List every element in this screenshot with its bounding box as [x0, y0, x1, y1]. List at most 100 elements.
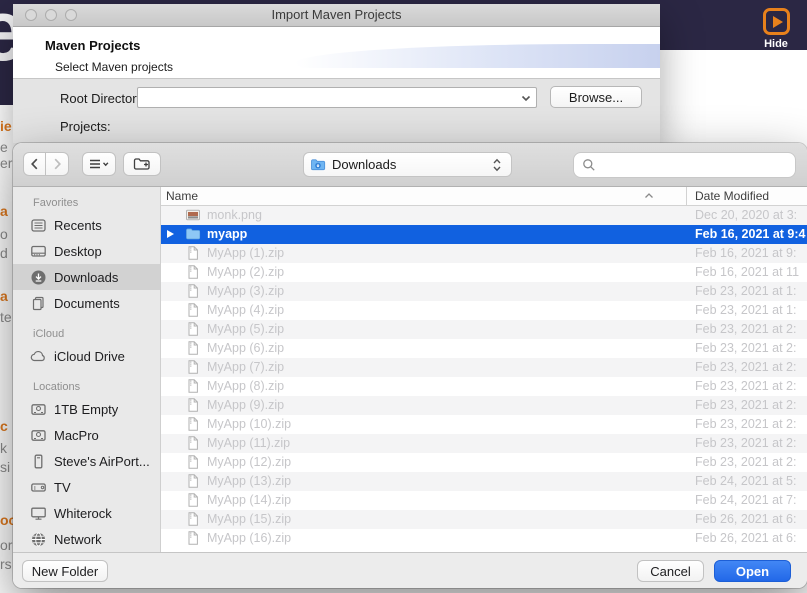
sidebar-item-downloads[interactable]: Downloads [13, 264, 160, 290]
browse-button[interactable]: Browse... [550, 86, 642, 108]
new-folder-toolbar-button[interactable] [123, 152, 161, 176]
zip-file-icon [185, 378, 201, 394]
file-row-myapp-15-zip[interactable]: MyApp (15).zipFeb 26, 2021 at 6: [161, 510, 807, 529]
sidebar-item-whiterock[interactable]: Whiterock [13, 500, 160, 526]
file-date-modified: Feb 23, 2021 at 2: [695, 398, 796, 412]
file-name: MyApp (16).zip [207, 531, 291, 545]
sidebar-item-icloud-drive[interactable]: iCloud Drive [13, 343, 160, 369]
root-directory-label: Root Directory: [60, 91, 147, 106]
downloads-icon [30, 269, 47, 286]
desktop-icon [30, 243, 47, 260]
sidebar: FavoritesRecentsDesktopDownloadsDocument… [13, 187, 161, 552]
file-date-modified: Dec 20, 2020 at 3: [695, 208, 797, 222]
cancel-button[interactable]: Cancel [637, 560, 704, 582]
wizard-heading: Maven Projects [45, 38, 140, 53]
zip-file-icon [185, 359, 201, 375]
zip-file-icon [185, 416, 201, 432]
file-row-myapp-6-zip[interactable]: MyApp (6).zipFeb 23, 2021 at 2: [161, 339, 807, 358]
root-directory-input[interactable] [138, 89, 518, 106]
background-text-fragment: e [0, 139, 8, 155]
sidebar-item-macpro[interactable]: MacPro [13, 422, 160, 448]
sidebar-item-network[interactable]: Network [13, 526, 160, 552]
sidebar-item-label: 1TB Empty [54, 402, 118, 417]
file-row-myapp-14-zip[interactable]: MyApp (14).zipFeb 24, 2021 at 7: [161, 491, 807, 510]
chevron-down-icon[interactable] [518, 90, 534, 106]
file-list: monk.pngDec 20, 2020 at 3:myappFeb 16, 2… [161, 206, 807, 548]
location-popup[interactable]: Downloads [303, 152, 512, 177]
sidebar-item-documents[interactable]: Documents [13, 290, 160, 316]
wizard-header: Maven Projects Select Maven projects [13, 27, 660, 79]
file-row-myapp-12-zip[interactable]: MyApp (12).zipFeb 23, 2021 at 2: [161, 453, 807, 472]
root-directory-combobox[interactable] [137, 87, 537, 108]
zip-file-icon [185, 245, 201, 261]
file-row-myapp-5-zip[interactable]: MyApp (5).zipFeb 23, 2021 at 2: [161, 320, 807, 339]
zip-file-icon [185, 397, 201, 413]
sidebar-item-desktop[interactable]: Desktop [13, 238, 160, 264]
file-name: MyApp (13).zip [207, 474, 291, 488]
sidebar-item-label: Downloads [54, 270, 118, 285]
file-date-modified: Feb 16, 2021 at 9: [695, 246, 796, 260]
background-text-fragment: k [0, 440, 7, 456]
file-date-modified: Feb 23, 2021 at 2: [695, 341, 796, 355]
file-name: MyApp (9).zip [207, 398, 284, 412]
close-window-button[interactable] [25, 9, 37, 21]
file-row-monk-png[interactable]: monk.pngDec 20, 2020 at 3: [161, 206, 807, 225]
file-row-myapp-1-zip[interactable]: MyApp (1).zipFeb 16, 2021 at 9: [161, 244, 807, 263]
file-row-myapp-4-zip[interactable]: MyApp (4).zipFeb 23, 2021 at 1: [161, 301, 807, 320]
list-header[interactable]: Name Date Modified [161, 187, 807, 206]
import-maven-projects-dialog: Import Maven Projects Maven Projects Sel… [13, 4, 660, 143]
file-row-myapp-13-zip[interactable]: MyApp (13).zip Feb 24, 2021 at 5: [161, 472, 807, 491]
file-row-myapp-3-zip[interactable]: MyApp (3).zipFeb 23, 2021 at 1: [161, 282, 807, 301]
file-row-myapp[interactable]: myappFeb 16, 2021 at 9:4 [161, 225, 807, 244]
column-header-name[interactable]: Name [166, 189, 198, 203]
file-date-modified: Feb 24, 2021 at 7: [695, 493, 796, 507]
file-name: MyApp (8).zip [207, 379, 284, 393]
column-divider [686, 187, 687, 206]
open-button[interactable]: Open [714, 560, 791, 582]
wizard-banner-graphic [295, 44, 660, 68]
file-date-modified: Feb 24, 2021 at 5: [695, 474, 796, 488]
sidebar-item-tv[interactable]: TV [13, 474, 160, 500]
file-row-myapp-8-zip[interactable]: MyApp (8).zipFeb 23, 2021 at 2: [161, 377, 807, 396]
file-row-myapp-7-zip[interactable]: MyApp (7).zipFeb 23, 2021 at 2: [161, 358, 807, 377]
documents-icon [30, 295, 47, 312]
zoom-window-button[interactable] [65, 9, 77, 21]
file-name: MyApp (10).zip [207, 417, 291, 431]
file-row-myapp-10-zip[interactable]: MyApp (10).zipFeb 23, 2021 at 2: [161, 415, 807, 434]
file-name: myapp [207, 227, 247, 241]
view-mode-button[interactable] [82, 152, 116, 176]
hide-label: Hide [754, 38, 798, 50]
disclosure-triangle-icon[interactable] [167, 230, 174, 238]
folder-file-icon [185, 226, 201, 242]
new-folder-button[interactable]: New Folder [22, 560, 108, 582]
zip-file-icon [185, 530, 201, 546]
file-date-modified: Feb 23, 2021 at 1: [695, 303, 796, 317]
dialog-titlebar[interactable]: Import Maven Projects [13, 4, 660, 27]
sheet-toolbar: Downloads [13, 143, 807, 187]
file-name: MyApp (3).zip [207, 284, 284, 298]
sidebar-item-label: Network [54, 532, 102, 547]
file-row-myapp-16-zip[interactable]: MyApp (16).zipFeb 26, 2021 at 6: [161, 529, 807, 548]
file-name: MyApp (12).zip [207, 455, 291, 469]
forward-button[interactable] [46, 152, 69, 176]
sidebar-item-1tb-empty[interactable]: 1TB Empty [13, 396, 160, 422]
sidebar-section-icloud: iCloudiCloud Drive [13, 325, 160, 369]
wizard-body: Root Directory: Browse... Projects: [13, 79, 660, 142]
back-button[interactable] [23, 152, 46, 176]
sidebar-item-steve-s-airport[interactable]: Steve's AirPort... [13, 448, 160, 474]
search-field[interactable] [573, 152, 796, 178]
file-row-myapp-9-zip[interactable]: MyApp (9).zip Feb 23, 2021 at 2: [161, 396, 807, 415]
background-text-fragment: si [0, 459, 10, 475]
tv-icon [30, 479, 47, 496]
file-row-myapp-2-zip[interactable]: MyApp (2).zipFeb 16, 2021 at 11 [161, 263, 807, 282]
sidebar-item-label: Steve's AirPort... [54, 454, 150, 469]
column-header-date-modified[interactable]: Date Modified [695, 189, 769, 203]
minimize-window-button[interactable] [45, 9, 57, 21]
projects-label: Projects: [60, 119, 111, 134]
file-date-modified: Feb 23, 2021 at 2: [695, 436, 796, 450]
sidebar-item-recents[interactable]: Recents [13, 212, 160, 238]
play-icon[interactable] [763, 8, 790, 35]
file-row-myapp-11-zip[interactable]: MyApp (11).zipFeb 23, 2021 at 2: [161, 434, 807, 453]
search-input[interactable] [602, 158, 788, 173]
hide-welcome-widget[interactable]: Hide [754, 8, 798, 50]
